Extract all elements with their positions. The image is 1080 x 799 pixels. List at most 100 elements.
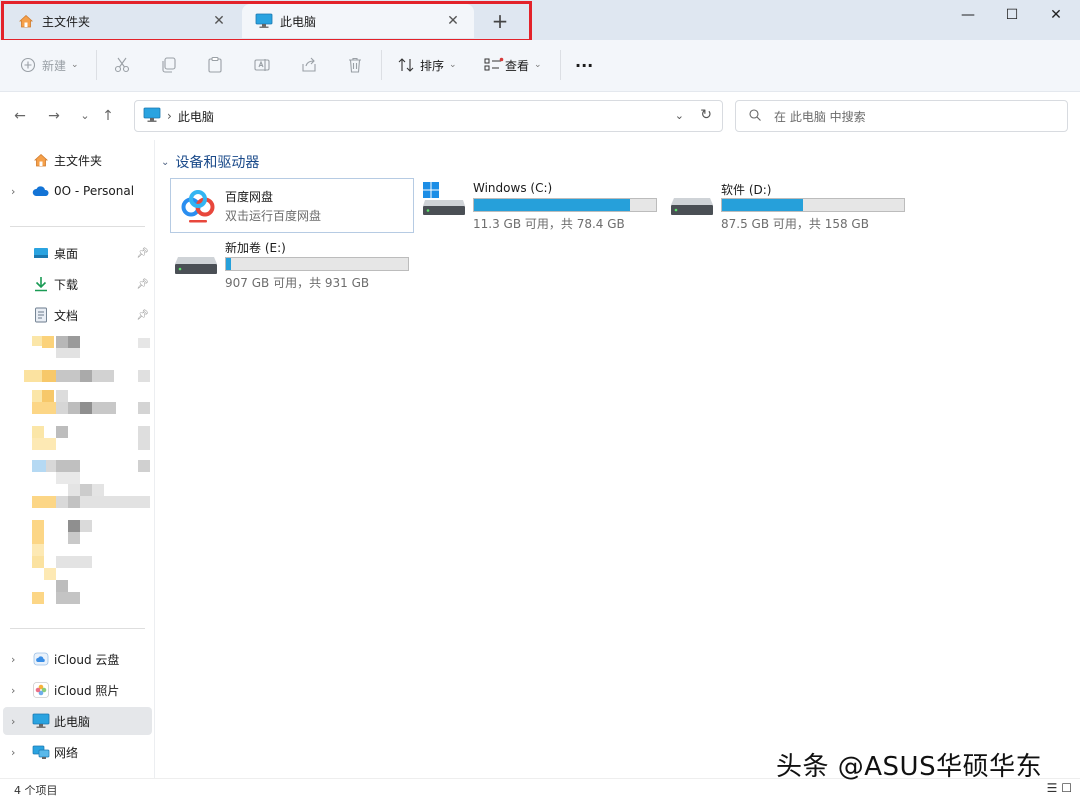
drive-e-tile[interactable]: 新加卷 (E:) 907 GB 可用，共 931 GB	[173, 239, 413, 290]
paste-button[interactable]	[206, 52, 224, 78]
sidebar-item-onedrive[interactable]: › 0O - Personal	[0, 177, 155, 205]
sidebar-item-label: iCloud 云盘	[54, 652, 120, 667]
watermark-text: 头条 @ASUS华硕华东	[776, 752, 1043, 782]
sidebar-item-desktop[interactable]: 桌面 📌︎	[0, 239, 155, 267]
icloud-photos-icon	[32, 681, 50, 699]
divider	[96, 50, 97, 80]
tiles-view-icon[interactable]: ☐	[1061, 781, 1072, 795]
minimize-button[interactable]: —	[946, 4, 990, 26]
view-list-icon	[484, 57, 504, 73]
cut-button[interactable]	[113, 52, 131, 78]
tab-label: 主文件夹	[42, 14, 91, 29]
more-options-button[interactable]: ···	[575, 52, 593, 78]
command-bar: 新建 ⌄ 排序 ⌄ 查看 ⌄ ···	[0, 40, 1080, 92]
pin-icon[interactable]: 📌︎	[136, 310, 149, 321]
plus-circle-icon	[20, 57, 36, 73]
group-header[interactable]: ⌄ 设备和驱动器	[161, 152, 259, 172]
new-button[interactable]: 新建 ⌄	[20, 52, 79, 78]
refresh-icon[interactable]: ↻	[700, 107, 712, 123]
chevron-down-icon: ⌄	[71, 60, 79, 70]
chevron-down-icon: ⌄	[449, 60, 457, 70]
desktop-folder-icon	[32, 244, 50, 262]
new-tab-button[interactable]: +	[486, 10, 514, 34]
sidebar-item-home[interactable]: 主文件夹	[0, 146, 155, 174]
chevron-right-icon[interactable]: ›	[11, 653, 15, 666]
windows-drive-icon	[421, 180, 467, 221]
tab-home[interactable]: 主文件夹 ✕	[4, 4, 240, 38]
tab-close-icon[interactable]: ✕	[210, 12, 228, 30]
baidu-netdisk-tile[interactable]: 百度网盘 双击运行百度网盘	[170, 178, 414, 233]
recent-chevron-down-icon[interactable]: ⌄	[74, 106, 96, 126]
drive-name: 新加卷 (E:)	[225, 241, 286, 255]
sort-button[interactable]: 排序 ⌄	[397, 52, 457, 78]
drive-usage-fill	[722, 199, 804, 211]
delete-button[interactable]	[346, 52, 364, 78]
pin-icon[interactable]: 📌︎	[136, 279, 149, 290]
hard-drive-icon	[173, 239, 219, 280]
pin-icon[interactable]: 📌︎	[136, 248, 149, 259]
scissors-icon	[113, 56, 131, 74]
home-icon	[32, 151, 50, 169]
sidebar-item-network[interactable]: › 网络	[0, 738, 155, 766]
hard-drive-icon	[669, 180, 715, 221]
view-button[interactable]: 查看 ⌄	[484, 52, 542, 78]
sidebar-item-icloud-drive[interactable]: › iCloud 云盘	[0, 645, 155, 673]
sidebar-item-downloads[interactable]: 下载 📌︎	[0, 270, 155, 298]
share-icon	[300, 56, 318, 74]
view-label: 查看	[505, 58, 530, 73]
monitor-icon	[143, 107, 161, 126]
baidu-subtitle: 双击运行百度网盘	[225, 209, 322, 223]
sidebar-item-label: 主文件夹	[54, 153, 103, 168]
network-icon	[32, 743, 50, 761]
breadcrumb-chevron-icon[interactable]: ›	[167, 109, 172, 123]
sidebar-item-label: 此电脑	[54, 714, 91, 729]
address-row: ← → ⌄ ↑ › 此电脑 ⌄ ↻ 在 此电脑 中搜索	[0, 92, 1080, 140]
title-bar: 主文件夹 ✕ 此电脑 ✕ + — ☐ ✕	[0, 0, 1080, 42]
chevron-down-icon[interactable]: ⌄	[161, 157, 169, 168]
download-icon	[32, 275, 50, 293]
monitor-icon	[32, 712, 50, 730]
drive-usage-bar	[721, 198, 905, 212]
view-toggle[interactable]: ☰ ☐	[1047, 781, 1072, 795]
new-label: 新建	[42, 58, 67, 73]
copy-button[interactable]	[160, 52, 178, 78]
chevron-right-icon[interactable]: ›	[11, 684, 15, 697]
search-icon	[748, 108, 762, 125]
drive-d-tile[interactable]: 软件 (D:) 87.5 GB 可用，共 158 GB	[669, 180, 909, 231]
sidebar-item-label: iCloud 照片	[54, 683, 120, 698]
breadcrumb[interactable]: 此电脑	[178, 108, 214, 125]
maximize-button[interactable]: ☐	[990, 4, 1034, 26]
tab-label: 此电脑	[280, 14, 317, 29]
chevron-right-icon[interactable]: ›	[11, 715, 15, 728]
sort-label: 排序	[420, 58, 445, 73]
forward-arrow-icon[interactable]: →	[43, 106, 65, 126]
divider	[10, 226, 145, 227]
chevron-down-icon[interactable]: ⌄	[675, 109, 684, 122]
drive-name: 软件 (D:)	[721, 183, 772, 197]
sort-icon	[397, 57, 415, 73]
address-bar[interactable]: › 此电脑 ⌄ ↻	[134, 100, 723, 132]
up-arrow-icon[interactable]: ↑	[97, 106, 119, 126]
onedrive-cloud-icon	[32, 182, 50, 200]
details-view-icon[interactable]: ☰	[1047, 781, 1058, 795]
tab-this-pc[interactable]: 此电脑 ✕	[242, 4, 474, 38]
drive-usage-bar	[473, 198, 657, 212]
sidebar-item-this-pc[interactable]: › 此电脑	[3, 707, 152, 735]
drive-usage-fill	[226, 258, 231, 270]
chevron-right-icon[interactable]: ›	[11, 185, 15, 198]
share-button[interactable]	[300, 52, 318, 78]
search-input[interactable]: 在 此电脑 中搜索	[735, 100, 1068, 132]
back-arrow-icon[interactable]: ←	[9, 106, 31, 126]
chevron-right-icon[interactable]: ›	[11, 746, 15, 759]
tab-close-icon[interactable]: ✕	[444, 12, 462, 30]
drive-space-info: 87.5 GB 可用，共 158 GB	[721, 217, 869, 231]
drive-c-tile[interactable]: Windows (C:) 11.3 GB 可用，共 78.4 GB	[421, 180, 661, 231]
clipboard-icon	[206, 56, 224, 74]
rename-button[interactable]	[253, 52, 271, 78]
group-title: 设备和驱动器	[175, 155, 260, 171]
divider	[560, 50, 561, 80]
item-count: 4 个项目	[14, 784, 58, 797]
sidebar-item-icloud-photos[interactable]: › iCloud 照片	[0, 676, 155, 704]
close-button[interactable]: ✕	[1034, 4, 1078, 26]
sidebar-item-documents[interactable]: 文档 📌︎	[0, 301, 155, 329]
